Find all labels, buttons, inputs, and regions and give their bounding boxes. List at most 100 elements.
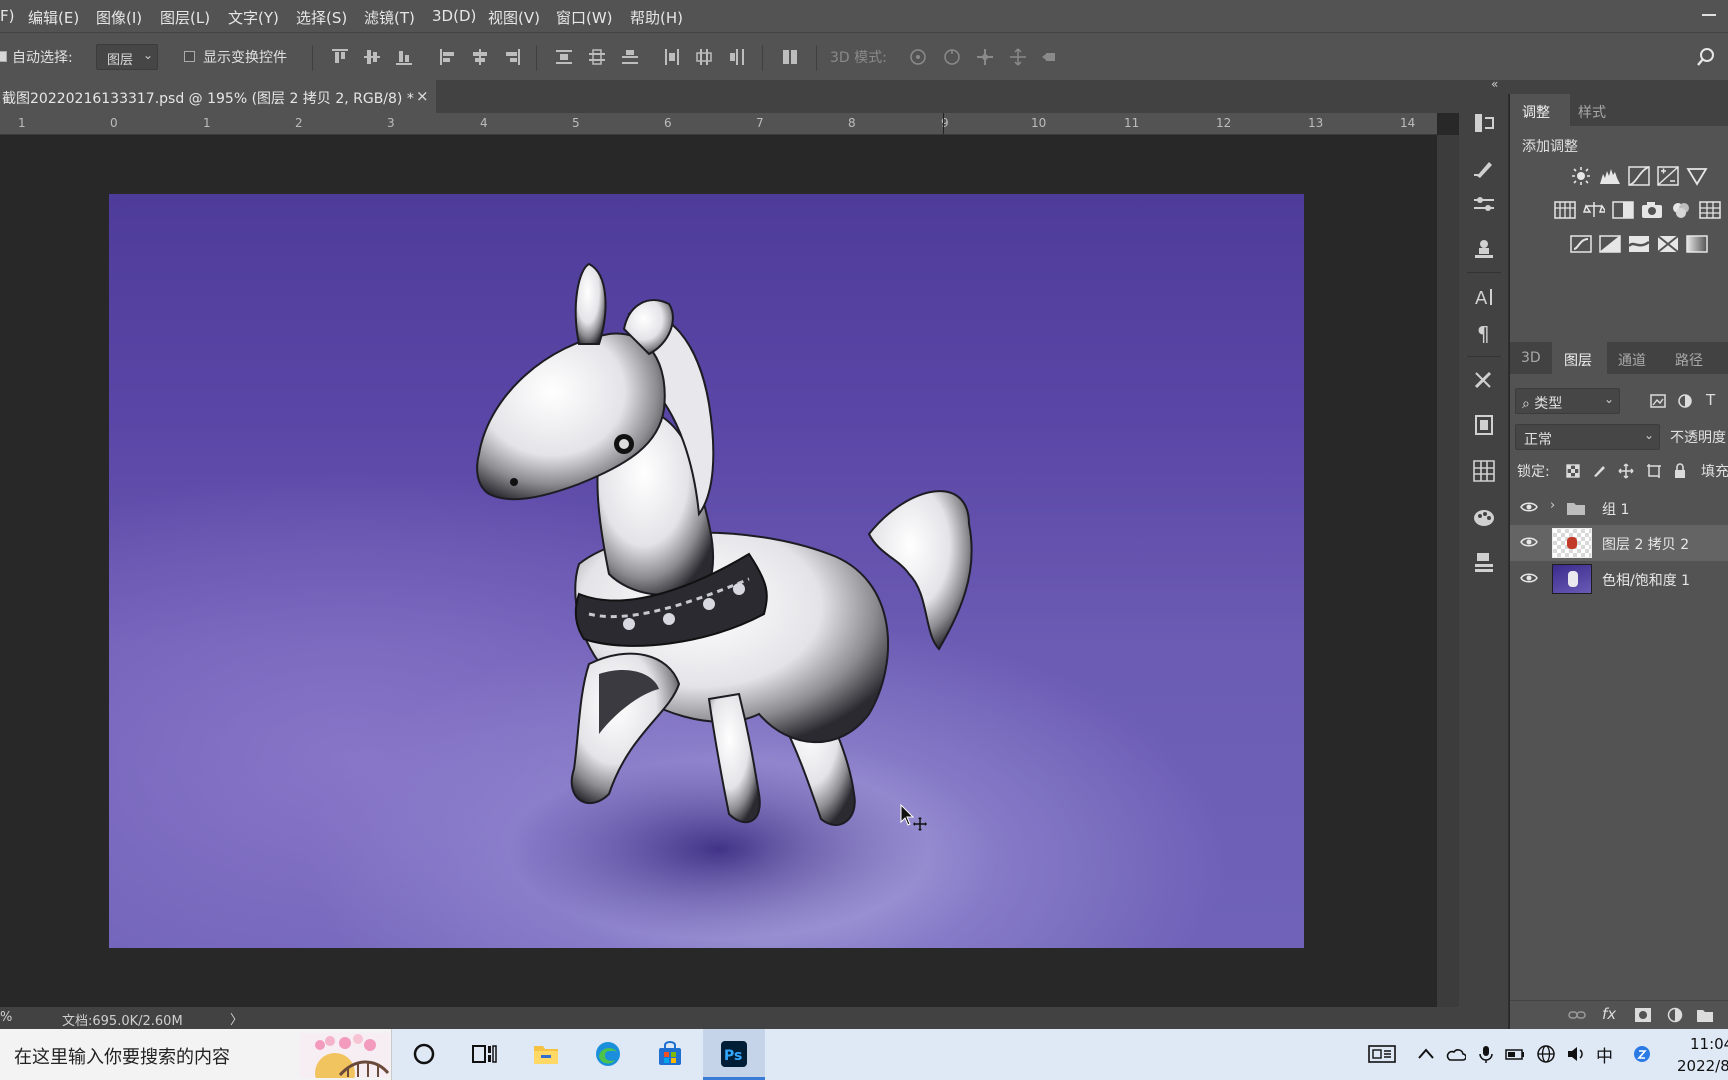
fx-icon[interactable]: fx bbox=[1602, 1005, 1616, 1023]
menu-select[interactable]: 选择(S) bbox=[296, 7, 347, 28]
collapse-panels-icon[interactable]: « bbox=[1491, 77, 1498, 91]
align-vcenter-icon[interactable] bbox=[362, 47, 382, 67]
distribute-bottom-icon[interactable] bbox=[620, 47, 640, 67]
distribute-left-icon[interactable] bbox=[662, 47, 682, 67]
network-globe-icon[interactable] bbox=[1536, 1045, 1556, 1063]
scale-3d-icon[interactable] bbox=[1040, 47, 1060, 67]
filter-adjustment-icon[interactable] bbox=[1678, 394, 1692, 408]
volume-icon[interactable] bbox=[1566, 1045, 1586, 1063]
menu-image[interactable]: 图像(I) bbox=[96, 7, 142, 28]
close-icon[interactable]: × bbox=[416, 87, 429, 105]
distribute-spacing-icon[interactable] bbox=[780, 47, 800, 67]
cortana-icon[interactable] bbox=[410, 1040, 438, 1068]
brush-icon[interactable] bbox=[1471, 156, 1497, 182]
align-bottom-icon[interactable] bbox=[394, 47, 414, 67]
filter-type-icon[interactable]: T bbox=[1706, 391, 1715, 409]
lock-position-icon[interactable] bbox=[1618, 463, 1634, 479]
photo-filter-icon[interactable] bbox=[1641, 200, 1663, 220]
levels-icon[interactable] bbox=[1599, 166, 1621, 186]
task-view-icon[interactable] bbox=[470, 1040, 498, 1068]
color-lookup-icon[interactable] bbox=[1699, 200, 1721, 220]
show-transform-checkbox[interactable] bbox=[184, 51, 195, 62]
menu-file[interactable]: F) bbox=[0, 7, 14, 25]
orbit-3d-icon[interactable] bbox=[908, 47, 928, 67]
character-icon[interactable]: A bbox=[1471, 284, 1497, 310]
brush-settings-icon[interactable] bbox=[1471, 192, 1497, 218]
lock-artboard-icon[interactable] bbox=[1646, 463, 1662, 479]
link-layers-icon[interactable] bbox=[1568, 1007, 1586, 1023]
layer-row-pixel[interactable]: 图层 2 拷贝 2 bbox=[1510, 525, 1728, 561]
new-adjustment-icon[interactable] bbox=[1666, 1007, 1684, 1023]
layer-row-adjustment[interactable]: 色相/饱和度 1 bbox=[1510, 561, 1728, 597]
curves-icon[interactable] bbox=[1628, 166, 1650, 186]
eye-icon[interactable] bbox=[1520, 500, 1538, 514]
clock-time[interactable]: 11:04 bbox=[1690, 1035, 1728, 1053]
eye-icon[interactable] bbox=[1520, 571, 1538, 585]
libraries-icon[interactable] bbox=[1471, 412, 1497, 438]
tab-layers[interactable]: 图层 bbox=[1564, 350, 1592, 370]
gradient-map-icon[interactable] bbox=[1686, 234, 1708, 254]
document-tab[interactable]: 截图20220216133317.psd @ 195% (图层 2 拷贝 2, … bbox=[0, 80, 436, 113]
lock-transparent-icon[interactable] bbox=[1566, 464, 1580, 478]
menu-edit[interactable]: 编辑(E) bbox=[28, 7, 79, 28]
new-group-icon[interactable] bbox=[1696, 1007, 1714, 1023]
lock-pixels-icon[interactable] bbox=[1592, 464, 1606, 478]
align-left-icon[interactable] bbox=[438, 47, 458, 67]
document-image[interactable] bbox=[109, 194, 1304, 948]
minimize-button[interactable] bbox=[1702, 14, 1716, 16]
chevron-up-icon[interactable] bbox=[1416, 1045, 1436, 1063]
roll-3d-icon[interactable] bbox=[942, 47, 962, 67]
chevron-right-icon[interactable]: › bbox=[1550, 498, 1555, 513]
tool-presets-icon[interactable] bbox=[1471, 366, 1497, 392]
auto-select-dropdown[interactable]: 图层 ⌄ bbox=[96, 44, 158, 70]
history-icon[interactable] bbox=[1471, 110, 1497, 136]
menu-type[interactable]: 文字(Y) bbox=[228, 7, 279, 28]
microsoft-store-icon[interactable] bbox=[656, 1040, 684, 1068]
add-mask-icon[interactable] bbox=[1634, 1007, 1652, 1023]
microphone-icon[interactable] bbox=[1476, 1045, 1496, 1063]
photoshop-icon[interactable]: Ps bbox=[720, 1040, 748, 1068]
vibrance-icon[interactable] bbox=[1686, 166, 1708, 186]
eye-icon[interactable] bbox=[1520, 535, 1538, 549]
paragraph-icon[interactable]: ¶ bbox=[1471, 320, 1497, 346]
distribute-hcenter-icon[interactable] bbox=[694, 47, 714, 67]
distribute-top-icon[interactable] bbox=[554, 47, 574, 67]
tab-channels[interactable]: 通道 bbox=[1618, 350, 1646, 370]
ime-indicator[interactable]: 中 bbox=[1596, 1042, 1613, 1067]
swatches-icon[interactable] bbox=[1471, 458, 1497, 484]
3d-materials-icon[interactable] bbox=[1471, 550, 1497, 576]
menu-layer[interactable]: 图层(L) bbox=[160, 7, 210, 28]
menu-filter[interactable]: 滤镜(T) bbox=[364, 7, 415, 28]
menu-help[interactable]: 帮助(H) bbox=[630, 7, 683, 28]
layer-row-group[interactable]: › 组 1 bbox=[1510, 490, 1728, 526]
layer-filter-dropdown[interactable]: ⌕ 类型 ⌄ bbox=[1515, 388, 1620, 414]
tab-styles[interactable]: 样式 bbox=[1578, 102, 1606, 122]
status-menu-arrow[interactable]: 〉 bbox=[230, 1009, 243, 1028]
menu-3d[interactable]: 3D(D) bbox=[432, 7, 476, 25]
selective-color-icon[interactable] bbox=[1657, 234, 1679, 254]
menu-view[interactable]: 视图(V) bbox=[488, 7, 540, 28]
news-widget-icon[interactable] bbox=[1368, 1045, 1396, 1063]
channel-mixer-icon[interactable] bbox=[1670, 200, 1692, 220]
clone-source-icon[interactable] bbox=[1471, 236, 1497, 262]
threshold-icon[interactable] bbox=[1628, 234, 1650, 254]
distribute-right-icon[interactable] bbox=[727, 47, 747, 67]
onedrive-icon[interactable] bbox=[1446, 1045, 1466, 1063]
taskbar-search-box[interactable]: 在这里输入你要搜索的内容 bbox=[0, 1029, 392, 1080]
lock-all-icon[interactable] bbox=[1673, 463, 1687, 479]
align-top-icon[interactable] bbox=[330, 47, 350, 67]
align-right-icon[interactable] bbox=[502, 47, 522, 67]
posterize-icon[interactable] bbox=[1599, 234, 1621, 254]
file-explorer-icon[interactable] bbox=[532, 1040, 560, 1068]
blend-mode-dropdown[interactable]: 正常 ⌄ bbox=[1515, 424, 1660, 450]
tab-adjustments-label[interactable]: 调整 bbox=[1522, 102, 1550, 122]
edge-browser-icon[interactable] bbox=[594, 1040, 622, 1068]
pan-3d-icon[interactable] bbox=[975, 47, 995, 67]
input-method-icon[interactable] bbox=[1632, 1045, 1652, 1063]
search-icon[interactable] bbox=[1696, 47, 1716, 67]
align-hcenter-icon[interactable] bbox=[470, 47, 490, 67]
auto-select-checkbox[interactable] bbox=[0, 51, 7, 62]
brightness-icon[interactable] bbox=[1570, 166, 1592, 186]
filter-pixel-icon[interactable] bbox=[1650, 394, 1666, 408]
color-icon[interactable] bbox=[1471, 504, 1497, 530]
